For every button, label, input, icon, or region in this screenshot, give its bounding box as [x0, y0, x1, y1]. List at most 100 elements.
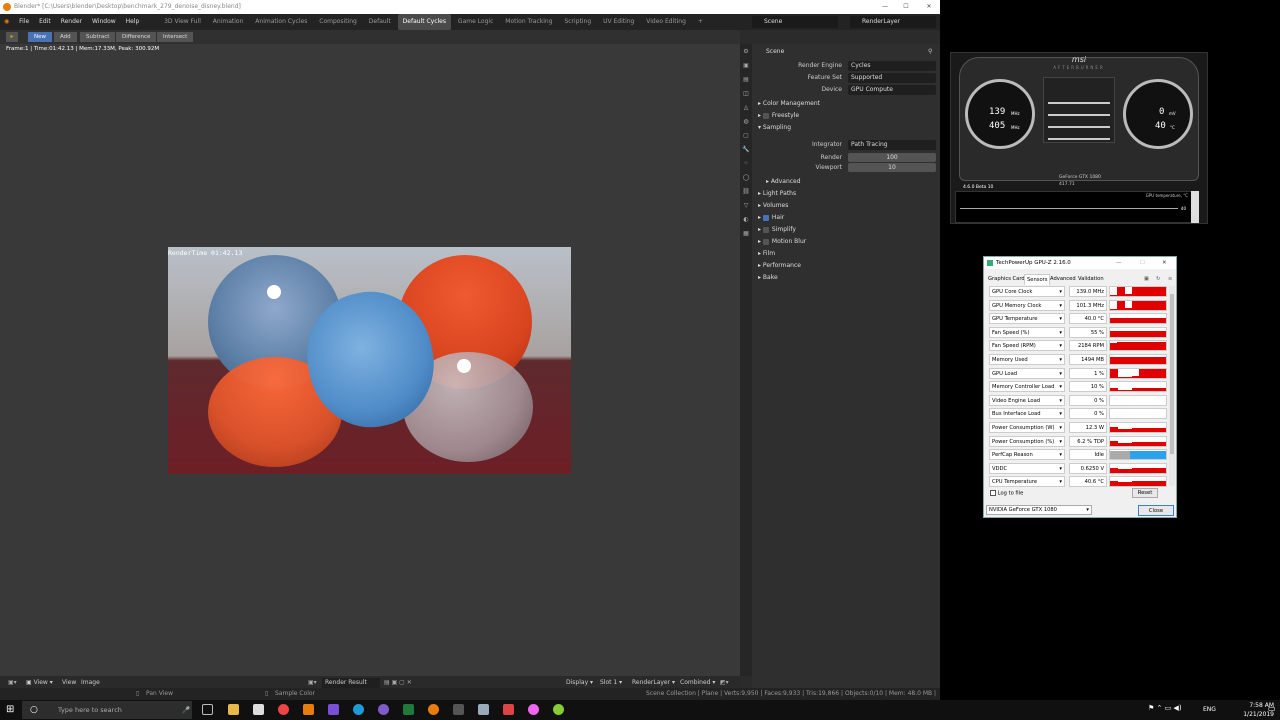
difference-button[interactable]: Difference — [116, 32, 157, 42]
section-hair[interactable]: ▸ Hair — [758, 214, 784, 221]
task-view-icon[interactable] — [202, 704, 213, 715]
file-explorer-icon[interactable] — [228, 704, 239, 715]
store-icon[interactable] — [253, 704, 264, 715]
chevron-down-icon[interactable]: ▾ — [1059, 437, 1062, 447]
freestyle-checkbox[interactable] — [762, 112, 769, 119]
world-icon[interactable]: ◍ — [742, 118, 750, 126]
modifier-icon[interactable]: 🔧 — [742, 146, 750, 154]
add-button[interactable]: Add — [54, 32, 77, 42]
render-engine-dropdown[interactable]: Cycles — [848, 61, 936, 71]
log-to-file-row[interactable]: Log to file — [990, 490, 1023, 497]
simplify-checkbox[interactable] — [762, 226, 769, 233]
gpuz-tab-graphics-card[interactable]: Graphics Card — [988, 274, 1025, 284]
device-dropdown[interactable]: GPU Compute — [848, 85, 936, 95]
chevron-down-icon[interactable]: ▾ — [1059, 409, 1062, 419]
section-simplify[interactable]: ▸ Simplify — [758, 226, 796, 233]
app-icon-gray[interactable] — [478, 704, 489, 715]
select-tool-icon[interactable]: ▸ — [6, 32, 18, 42]
chevron-down-icon[interactable]: ▾ — [1059, 450, 1062, 460]
physics-icon[interactable]: ◯ — [742, 174, 750, 182]
hair-checkbox[interactable] — [762, 214, 769, 221]
sensor-label[interactable]: Power Consumption (%) ▾ — [989, 435, 1065, 447]
close-button[interactable]: Close — [1138, 505, 1174, 516]
chevron-down-icon[interactable]: ▾ — [1059, 314, 1062, 324]
afterburner-sliders[interactable] — [1043, 77, 1115, 143]
new-button[interactable]: New — [28, 32, 52, 42]
reset-button[interactable]: Reset — [1132, 488, 1158, 498]
render-layer-selector[interactable]: RenderLayer — [850, 16, 936, 28]
chevron-down-icon[interactable]: ▾ — [1059, 355, 1062, 365]
tab-compositing[interactable]: Compositing — [314, 14, 362, 30]
sensor-label[interactable]: GPU Core Clock ▾ — [989, 286, 1065, 297]
sensor-label[interactable]: Fan Speed (%) ▾ — [989, 326, 1065, 338]
motion-blur-checkbox[interactable] — [762, 238, 769, 245]
chevron-down-icon[interactable]: ▾ — [1059, 382, 1062, 392]
section-freestyle[interactable]: ▸ Freestyle — [758, 112, 799, 119]
section-sampling[interactable]: ▾ Sampling — [758, 124, 791, 131]
constraints-icon[interactable]: ⛓ — [742, 188, 750, 196]
section-volumes[interactable]: ▸ Volumes — [758, 202, 788, 209]
gpuz-maximize-icon[interactable]: ☐ — [1140, 257, 1145, 269]
minimize-icon[interactable]: — — [876, 0, 894, 14]
gpu-selector-dropdown[interactable]: NVIDIA GeForce GTX 1080 ▾ — [986, 505, 1092, 515]
feature-set-dropdown[interactable]: Supported — [848, 73, 936, 83]
tab-default-cycles[interactable]: Default Cycles — [397, 14, 451, 30]
material-icon[interactable]: ◐ — [742, 216, 750, 224]
tab-animation[interactable]: Animation — [208, 14, 249, 30]
render-samples-field[interactable]: 100 — [848, 153, 936, 162]
object-icon[interactable]: ▢ — [742, 132, 750, 140]
scene-selector[interactable]: Scene — [752, 16, 838, 28]
section-motion-blur[interactable]: ▸ Motion Blur — [758, 238, 806, 245]
tab-video-editing[interactable]: Video Editing — [641, 14, 691, 30]
sensor-label[interactable]: Power Consumption (W) ▾ — [989, 422, 1065, 433]
particles-icon[interactable]: ⁘ — [742, 160, 750, 168]
sensor-label[interactable]: GPU Memory Clock ▾ — [989, 299, 1065, 311]
scene-icon[interactable]: ◬ — [742, 104, 750, 112]
app-icon-purple[interactable] — [328, 704, 339, 715]
viber-icon[interactable] — [378, 704, 389, 715]
chevron-down-icon[interactable]: ▾ — [1059, 369, 1062, 379]
view-layer-icon[interactable]: ◫ — [742, 90, 750, 98]
sensor-label[interactable]: Memory Used ▾ — [989, 354, 1065, 365]
menu-edit[interactable]: Edit — [35, 14, 55, 30]
microphone-icon[interactable]: 🎤 — [182, 701, 190, 719]
gpuz-minimize-icon[interactable]: — — [1116, 257, 1122, 269]
data-icon[interactable]: ▽ — [742, 202, 750, 210]
tab-3d-view-full[interactable]: 3D View Full — [159, 14, 206, 30]
start-icon[interactable]: ⊞ — [6, 704, 14, 716]
itunes-icon[interactable] — [528, 704, 539, 715]
gpuz-tab-advanced[interactable]: Advanced — [1050, 274, 1076, 284]
sensor-label[interactable]: GPU Load ▾ — [989, 367, 1065, 379]
tool-icon[interactable]: ⚙ — [742, 48, 750, 56]
gpuz-tab-sensors[interactable]: Sensors — [1024, 274, 1051, 285]
section-performance[interactable]: ▸ Performance — [758, 262, 801, 269]
chevron-down-icon[interactable]: ▾ — [1059, 464, 1062, 474]
sensor-label[interactable]: Memory Controller Load ▾ — [989, 381, 1065, 393]
app-icon-red[interactable] — [503, 704, 514, 715]
intersect-button[interactable]: Intersect — [157, 32, 194, 42]
section-light-paths[interactable]: ▸ Light Paths — [758, 190, 796, 197]
subtract-button[interactable]: Subtract — [80, 32, 116, 42]
excel-icon[interactable] — [403, 704, 414, 715]
pin-icon[interactable]: ⚲ — [928, 46, 932, 58]
image-name-field[interactable]: Render Result — [322, 678, 380, 688]
chevron-down-icon[interactable]: ▾ — [1059, 477, 1062, 487]
gpuz-scrollbar[interactable] — [1169, 286, 1175, 486]
app-icon-green[interactable] — [553, 704, 564, 715]
chevron-down-icon[interactable]: ▾ — [1059, 341, 1062, 351]
menu-window[interactable]: Window — [88, 14, 120, 30]
sensor-label[interactable]: Fan Speed (RPM) ▾ — [989, 340, 1065, 352]
section-advanced[interactable]: ▸ Advanced — [766, 178, 801, 185]
chrome-icon[interactable] — [278, 704, 289, 715]
chevron-down-icon[interactable]: ▾ — [1059, 328, 1062, 338]
chevron-down-icon[interactable]: ▾ — [1059, 287, 1062, 297]
maximize-icon[interactable]: ☐ — [897, 0, 915, 14]
log-to-file-checkbox[interactable] — [990, 490, 996, 496]
section-bake[interactable]: ▸ Bake — [758, 274, 778, 281]
texture-icon[interactable]: ▦ — [742, 230, 750, 238]
chevron-down-icon[interactable]: ▾ — [1059, 396, 1062, 406]
section-color-management[interactable]: ▸ Color Management — [758, 100, 820, 107]
tab-motion-tracking[interactable]: Motion Tracking — [500, 14, 557, 30]
taskbar-search-box[interactable]: ○ Type here to search 🎤 — [22, 701, 192, 719]
menu-render[interactable]: Render — [57, 14, 86, 30]
